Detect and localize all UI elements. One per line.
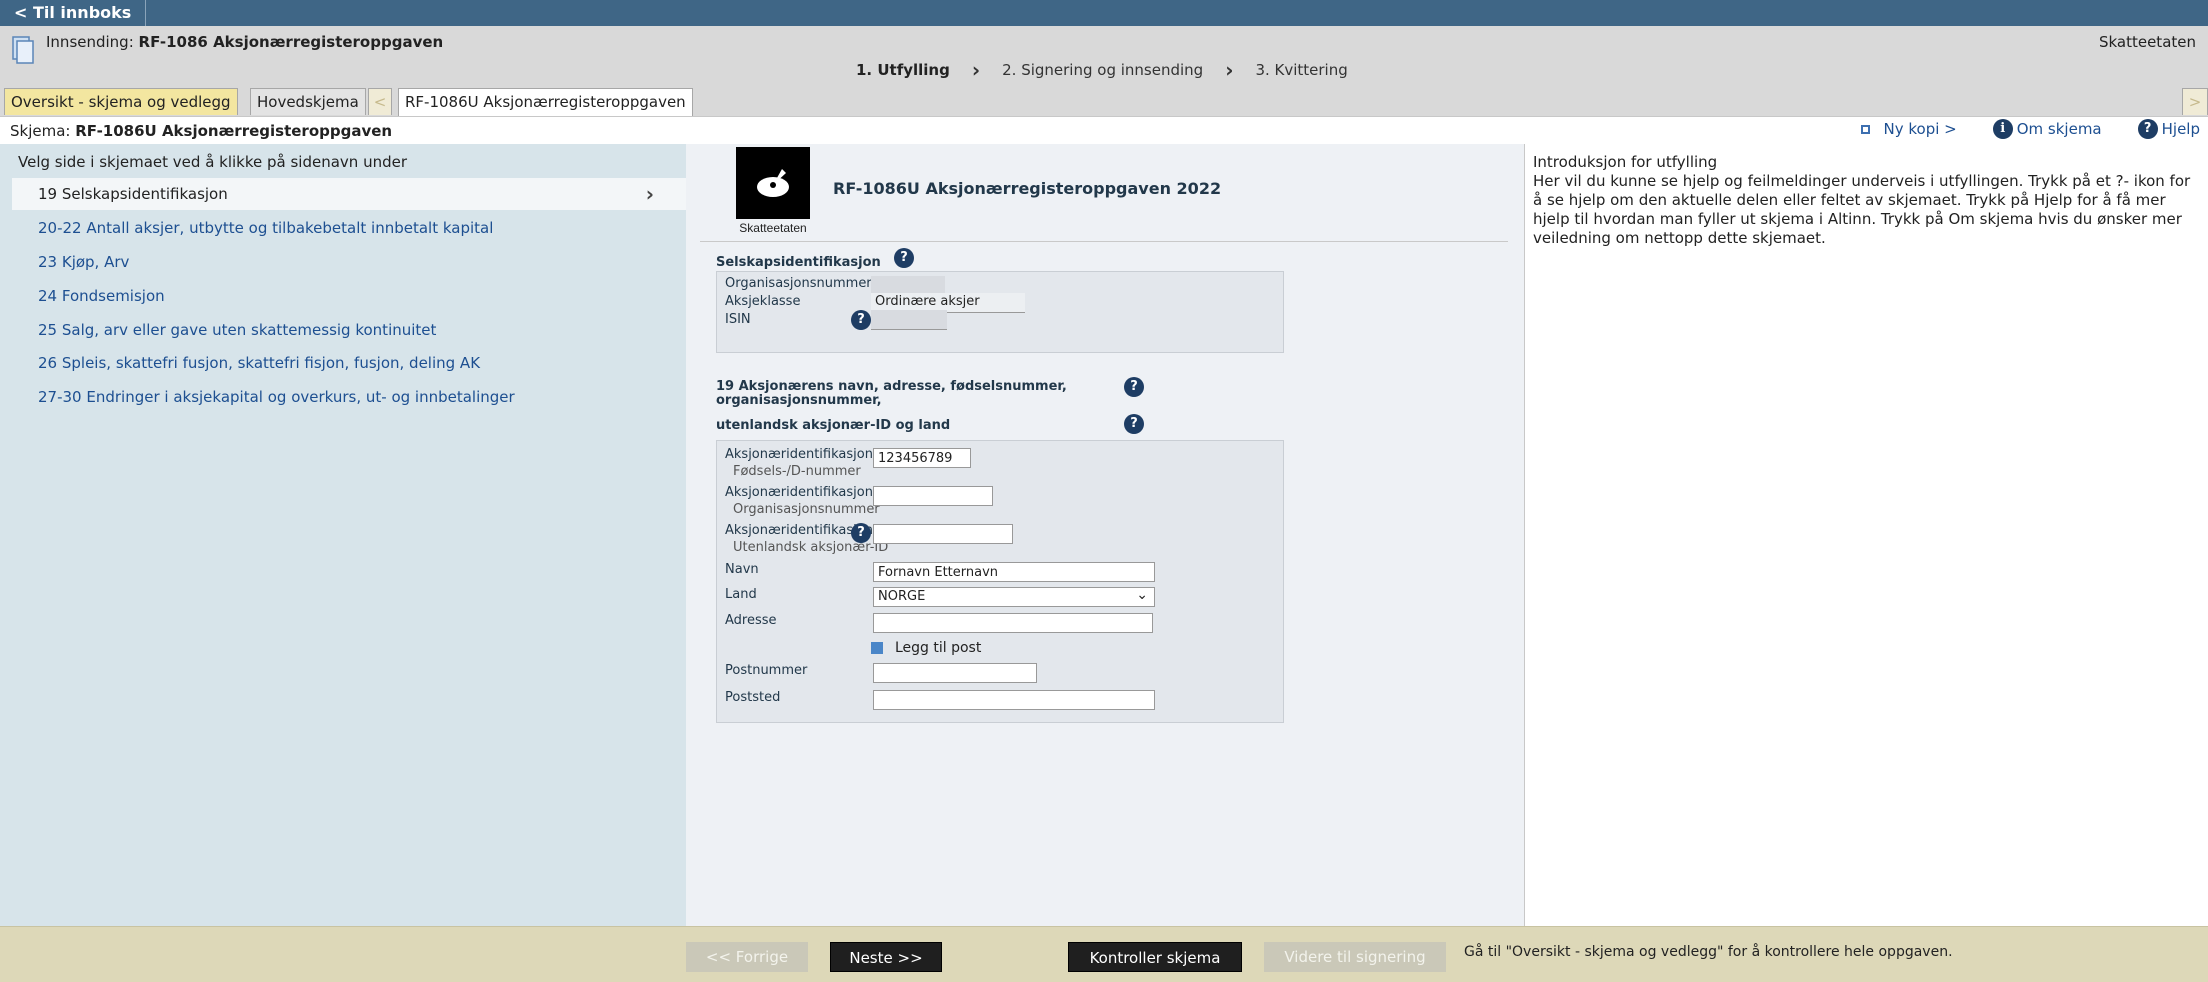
submission-prefix: Innsending: [46,33,139,51]
skatteetaten-logo [736,147,810,219]
schema-name: RF-1086U Aksjonærregisteroppgaven [75,122,393,140]
next-button[interactable]: Neste >> [830,942,942,972]
top-bar: < Til innboks [0,0,2208,26]
shareholder-id-label: Aksjonæridentifikasjon [725,447,873,462]
tab-scroll-right-button[interactable]: > [2182,88,2208,115]
form-title: RF-1086U Aksjonærregisteroppgaven 2022 [833,179,1222,198]
step-fill: 1. Utfylling [856,61,950,79]
submission-name: RF-1086 Aksjonærregisteroppgaven [138,33,444,51]
company-identification-box: Organisasjonsnummer Aksjeklasse Ordinære… [716,271,1284,353]
continue-to-signing-button[interactable]: Videre til signering [1264,942,1446,972]
step-receipt: 3. Kvittering [1255,61,1348,79]
tab-main-form[interactable]: Hovedskjema [250,88,366,115]
chevron-right-icon: › [1225,57,1234,82]
navigation-title: Velg side i skjemaet ved å klikke på sid… [18,153,408,171]
section-shareholder-title: 19 Aksjonærens navn, adresse, fødselsnum… [716,380,1067,408]
tab-current-form[interactable]: RF-1086U Aksjonærregisteroppgaven [398,88,693,117]
tab-bar: Oversikt - skjema og vedlegg Hovedskjema… [0,88,2208,117]
back-to-inbox-button[interactable]: < Til innboks [0,0,147,26]
org-number-sublabel: Organisasjonsnummer [733,502,880,517]
logo-text: Skatteetaten [739,221,807,235]
shareholder-box: Aksjonæridentifikasjon Fødsels-/D-nummer… [716,440,1284,723]
add-post-label: Legg til post [895,640,982,656]
section-title-line: 19 Aksjonærens navn, adresse, fødselsnum… [716,379,1067,394]
share-class-label: Aksjeklasse [725,294,801,309]
footer-bar: << Forrige Neste >> Kontroller skjema Vi… [0,926,2208,982]
tab-scroll-left-button[interactable]: < [368,88,392,115]
address-input[interactable] [873,613,1153,633]
country-label: Land [725,587,757,602]
organization-name: Skatteetaten [2098,33,2196,51]
chevron-right-icon: › [645,182,654,206]
postal-code-label: Postnummer [725,663,808,678]
tab-overview[interactable]: Oversikt - skjema og vedlegg [4,88,238,115]
section-company-identification-title: Selskapsidentifikasjon [716,255,881,270]
chevron-right-icon: › [971,57,981,82]
nav-item-antall-aksjer[interactable]: 20-22 Antall aksjer, utbytte og tilbakeb… [12,212,686,244]
step-indicator: 1. Utfylling › 2. Signering og innsendin… [856,57,1348,82]
help-icon[interactable]: ? [1124,377,1144,397]
help-icon[interactable]: ? [894,248,914,268]
foreign-id-input[interactable] [873,524,1013,544]
birth-number-input[interactable] [873,448,971,468]
schema-bar: Skjema: RF-1086U Aksjonærregisteroppgave… [0,116,2208,144]
address-label: Adresse [725,613,777,628]
postal-code-input[interactable] [873,663,1037,683]
chevron-down-icon: ⌄ [1136,587,1148,603]
schema-prefix: Skjema: [10,122,76,140]
new-copy-label: Ny kopi > [1883,120,1957,138]
foreign-id-sublabel: Utenlandsk aksjonær-ID [733,540,889,555]
nav-item-fondsemisjon[interactable]: 24 Fondsemisjon [12,280,686,312]
isin-label: ISIN [725,312,751,327]
country-selected-value: NORGE [878,589,926,604]
birth-number-sublabel: Fødsels-/D-nummer [733,464,861,479]
help-panel-body: Her vil du kunne se hjelp og feilmelding… [1533,172,2191,247]
validate-form-button[interactable]: Kontroller skjema [1068,942,1242,972]
help-label: Hjelp [2161,120,2200,138]
help-icon[interactable]: ? [1124,414,1144,434]
help-icon[interactable]: ? [851,310,871,330]
schema-links: Ny kopi > i Om skjema ? Hjelp [1825,119,2200,139]
info-icon: i [1992,119,2013,139]
shareholder-id-label: Aksjonæridentifikasjon [725,485,873,500]
document-icon [12,36,34,64]
shareholder-org-number-input[interactable] [873,486,993,506]
section-shareholder-subtitle: utenlandsk aksjonær-ID og land [716,418,951,433]
org-number-label: Organisasjonsnummer [725,276,872,291]
schema-title: Skjema: RF-1086U Aksjonærregisteroppgave… [10,122,392,140]
help-panel-title: Introduksjon for utfylling [1533,153,1718,171]
copy-icon [1860,124,1870,134]
nav-item-spleis-fusjon[interactable]: 26 Spleis, skattefri fusjon, skattefri f… [12,347,686,379]
plus-icon [871,642,883,654]
nav-item-endringer-aksjekapital[interactable]: 27-30 Endringer i aksjekapital og overku… [12,381,686,413]
nav-item-selskapsidentifikasjon[interactable]: 19 Selskapsidentifikasjon › [12,178,686,210]
name-input[interactable] [873,562,1155,582]
page-navigation: Velg side i skjemaet ved å klikke på sid… [0,144,686,926]
about-form-link[interactable]: i Om skjema [1992,119,2102,139]
about-form-label: Om skjema [2016,120,2102,138]
postal-place-label: Poststed [725,690,781,705]
step-sign: 2. Signering og innsending [1002,61,1204,79]
form-panel: Skatteetaten RF-1086U Aksjonærregisterop… [686,144,1524,926]
country-select[interactable]: NORGE ⌄ [873,587,1155,607]
help-link[interactable]: ? Hjelp [2137,119,2200,139]
postal-place-input[interactable] [873,690,1155,710]
nav-item-label: 19 Selskapsidentifikasjon [38,185,228,203]
help-icon: ? [2137,119,2158,139]
divider [700,241,1508,242]
name-label: Navn [725,562,759,577]
submission-title: Innsending: RF-1086 Aksjonærregisteroppg… [46,33,443,51]
header: Innsending: RF-1086 Aksjonærregisteroppg… [0,26,2208,82]
help-panel: Introduksjon for utfylling Her vil du ku… [1524,144,2208,926]
add-post-button[interactable]: Legg til post [871,640,981,656]
isin-field [871,310,947,330]
nav-item-salg-arv-gave[interactable]: 25 Salg, arv eller gave uten skattemessi… [12,314,686,346]
logo-mark-icon [757,169,789,197]
new-copy-link[interactable]: Ny kopi > [1860,120,1957,138]
previous-button[interactable]: << Forrige [686,942,808,972]
help-icon[interactable]: ? [851,523,871,543]
footer-note: Gå til "Oversikt - skjema og vedlegg" fo… [1464,944,1953,960]
nav-item-kjop-arv[interactable]: 23 Kjøp, Arv [12,246,686,278]
section-title-line: organisasjonsnummer, [716,393,882,408]
